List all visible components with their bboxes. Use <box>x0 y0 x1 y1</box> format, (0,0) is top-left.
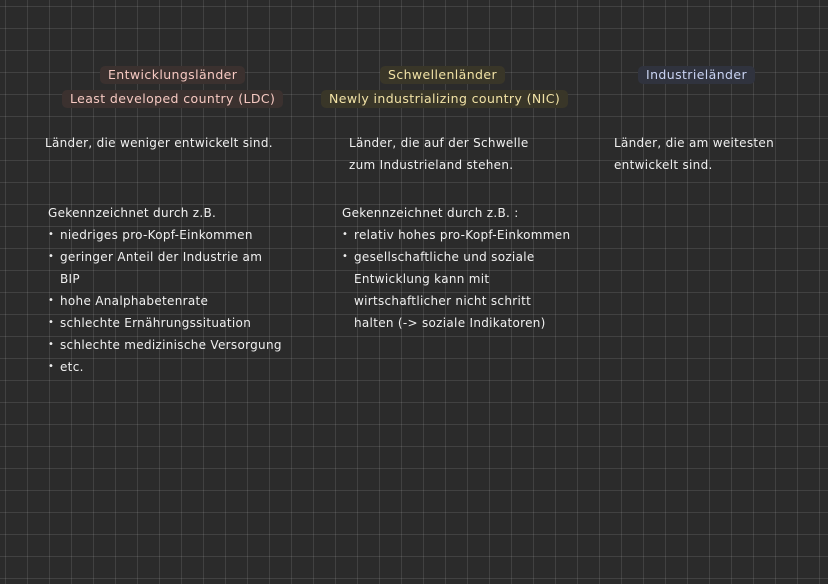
list-item: etc. <box>48 356 282 378</box>
list-item: gesellschaftliche und soziale <box>342 246 570 268</box>
list-item: schlechte medizinische Versorgung <box>48 334 282 356</box>
list-item: BIP <box>60 272 80 286</box>
list-item: niedriges pro-Kopf-Einkommen <box>48 224 282 246</box>
heading-industrielaender: Industrieländer <box>638 66 756 84</box>
characteristics-list-entwicklungslaender: niedriges pro-Kopf-Einkommen geringer An… <box>48 224 282 378</box>
characteristics-label-entwicklungslaender: Gekennzeichnet durch z.B. <box>48 206 217 220</box>
characteristics-list-schwellenlaender: relativ hohes pro-Kopf-Einkommen gesells… <box>342 224 570 334</box>
definition-line: entwickelt sind. <box>614 158 713 172</box>
list-item: halten (-> soziale Indikatoren) <box>354 316 546 330</box>
list-item: schlechte Ernährungssituation <box>48 312 282 334</box>
heading-entwicklungslaender: Entwicklungsländer <box>100 66 246 84</box>
characteristics-label-schwellenlaender: Gekennzeichnet durch z.B. : <box>342 206 519 220</box>
list-item: relativ hohes pro-Kopf-Einkommen <box>342 224 570 246</box>
list-item: geringer Anteil der Industrie am <box>48 246 282 268</box>
definition-schwellenlaender: Länder, die auf der Schwelle zum Industr… <box>349 132 529 176</box>
definition-line: Länder, die auf der Schwelle <box>349 136 529 150</box>
definition-line: zum Industrieland stehen. <box>349 158 514 172</box>
definition-industrielaender: Länder, die am weitesten entwickelt sind… <box>614 132 774 176</box>
definition-line: Länder, die am weitesten <box>614 136 774 150</box>
definition-entwicklungslaender: Länder, die weniger entwickelt sind. <box>45 136 273 150</box>
list-item: Entwicklung kann mit <box>354 272 490 286</box>
subheading-ldc: Least developed country (LDC) <box>62 90 284 108</box>
subheading-nic: Newly industrializing country (NIC) <box>321 90 569 108</box>
list-item: wirtschaftlicher nicht schritt <box>354 294 532 308</box>
heading-schwellenlaender: Schwellenländer <box>380 66 506 84</box>
list-item: hohe Analphabetenrate <box>48 290 282 312</box>
